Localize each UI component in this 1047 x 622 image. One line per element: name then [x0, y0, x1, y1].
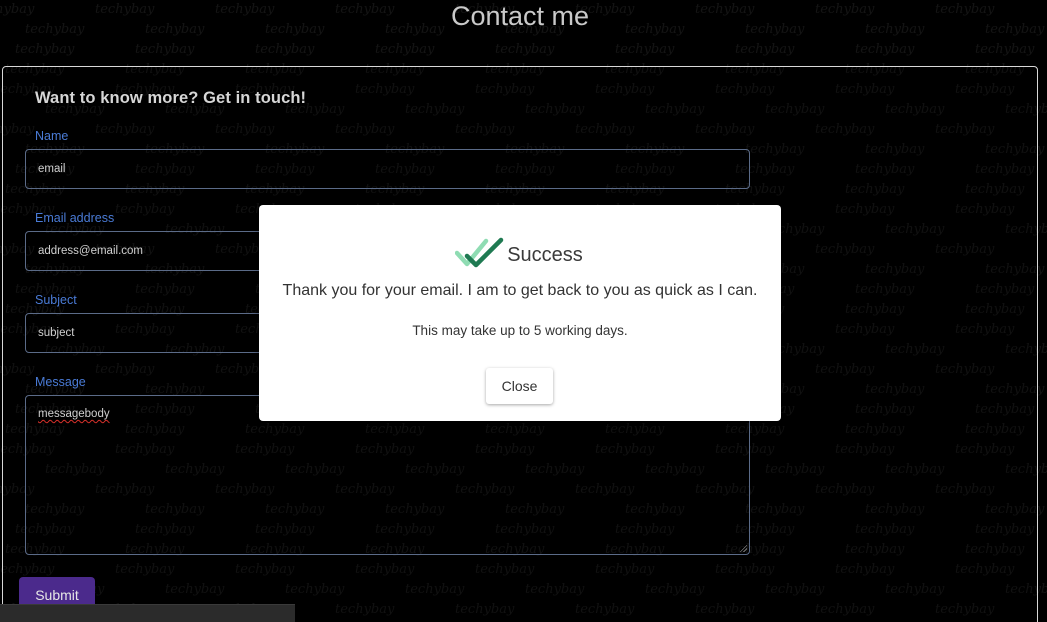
watermark-mark: techybay — [15, 42, 75, 57]
name-field-value: email — [38, 163, 66, 175]
name-field[interactable]: email — [25, 149, 750, 189]
subject-field-value: subject — [38, 327, 75, 339]
watermark-mark: techybay — [615, 42, 675, 57]
resize-handle-icon[interactable] — [739, 544, 747, 552]
watermark-mark: techybay — [495, 42, 555, 57]
contact-page: techybay techybay techybay techybay techybay… — [0, 0, 1047, 622]
email-field-value: address@email.com — [38, 245, 143, 257]
subject-label: Subject — [35, 293, 77, 307]
modal-message: Thank you for your email. I am to get ba… — [282, 282, 758, 299]
email-label: Email address — [35, 211, 115, 225]
close-button[interactable]: Close — [486, 368, 553, 404]
bottom-status-bar — [0, 604, 295, 622]
watermark-mark: techybay — [375, 42, 435, 57]
message-textarea-value: messagebody — [38, 408, 110, 420]
watermark-mark: techybay — [975, 42, 1035, 57]
watermark-mark: techybay — [735, 42, 795, 57]
modal-header: Success — [259, 235, 781, 271]
message-label: Message — [35, 375, 86, 389]
name-label: Name — [35, 129, 69, 143]
double-check-icon — [455, 237, 504, 268]
form-heading: Want to know more? Get in touch! — [35, 89, 307, 107]
watermark-mark: techybay — [135, 42, 195, 57]
watermark-mark: techybay — [255, 42, 315, 57]
modal-title: Success — [507, 244, 583, 266]
page-title: Contact me — [450, 1, 590, 31]
modal-note: This may take up to 5 working days. — [412, 323, 628, 338]
watermark-mark: techybay — [855, 42, 915, 57]
success-modal: Success Thank you for your email. I am t… — [259, 205, 781, 421]
